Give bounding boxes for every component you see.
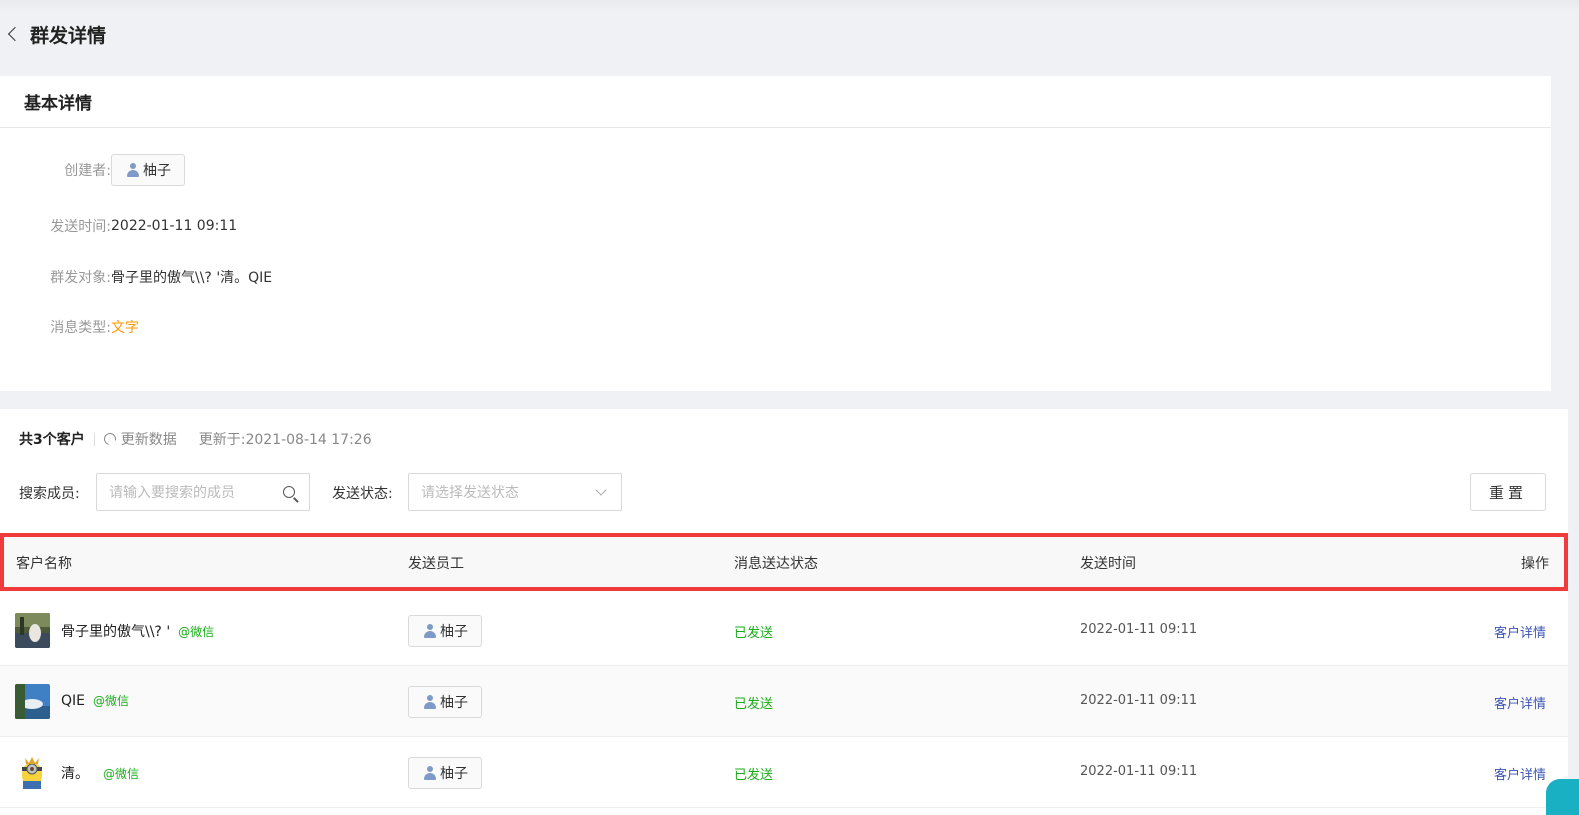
- targets-value: 骨子里的傲气\\? '清。QIE: [111, 270, 273, 286]
- customer-count: 共3个客户: [19, 432, 85, 448]
- refresh-button[interactable]: 更新数据: [101, 429, 177, 449]
- top-bar: 群发详情: [0, 0, 1579, 76]
- delivery-status: 已发送: [734, 768, 774, 783]
- send-time-label: 发送时间:: [50, 219, 111, 235]
- refresh-icon: [101, 430, 118, 448]
- reset-button[interactable]: 重置: [1470, 473, 1546, 511]
- staff-name: 柚子: [440, 624, 468, 640]
- table-header: 客户名称 发送员工 消息送达状态 发送时间 操作: [0, 533, 1568, 591]
- search-label: 搜索成员:: [19, 486, 80, 502]
- customer-detail-link[interactable]: 客户详情: [1494, 693, 1546, 712]
- staff-tag: 柚子: [408, 615, 482, 647]
- staff-name: 柚子: [440, 695, 468, 711]
- search-input[interactable]: 请输入要搜索的成员: [96, 473, 310, 511]
- send-time: 2022-01-11 09:11: [1080, 693, 1198, 708]
- page-title: 群发详情: [30, 24, 107, 47]
- basic-details-card: 基本详情 创建者: 柚子 发送时间: 2022-01-11 09:11 群发对象…: [0, 76, 1551, 391]
- creator-name: 柚子: [143, 163, 171, 179]
- msg-type-row: 消息类型: 文字: [0, 311, 139, 343]
- search-placeholder: 请输入要搜索的成员: [109, 485, 235, 501]
- send-time: 2022-01-11 09:11: [1080, 622, 1198, 637]
- chevron-left-icon: [7, 26, 23, 42]
- customer-name-text: 清。: [61, 766, 89, 782]
- targets-row: 群发对象: 骨子里的傲气\\? '清。QIE: [0, 261, 272, 293]
- customer-detail-link[interactable]: 客户详情: [1494, 764, 1546, 783]
- refresh-label: 更新数据: [120, 432, 177, 448]
- status-select[interactable]: 请选择发送状态: [408, 473, 622, 511]
- col-staff: 发送员工: [408, 556, 464, 572]
- creator-tag: 柚子: [111, 154, 185, 186]
- send-time-row: 发送时间: 2022-01-11 09:11: [0, 210, 237, 242]
- basic-details-header: 基本详情: [0, 76, 1551, 128]
- user-icon: [424, 766, 436, 780]
- user-icon: [424, 624, 436, 638]
- customer-detail-link[interactable]: 客户详情: [1494, 622, 1546, 641]
- delivery-status: 已发送: [734, 626, 774, 641]
- send-time: 2022-01-11 09:11: [1080, 764, 1198, 779]
- user-icon: [424, 695, 436, 709]
- customer-list-card: 共3个客户 更新数据 更新于:2021-08-14 17:26 搜索成员: 请输…: [0, 409, 1568, 815]
- targets-label: 群发对象:: [50, 270, 111, 286]
- send-time-value: 2022-01-11 09:11: [111, 218, 238, 234]
- creator-row: 创建者: 柚子: [0, 154, 185, 186]
- col-customer-name: 客户名称: [16, 556, 72, 572]
- avatar: [15, 684, 50, 719]
- wechat-source: @微信: [178, 624, 215, 639]
- table-row: 清。 @微信 柚子 已发送 2022-01-11 09:11 客户详情: [0, 737, 1568, 808]
- table-row: QIE @微信 柚子 已发送 2022-01-11 09:11 客户详情: [0, 666, 1568, 737]
- chevron-down-icon: [595, 484, 607, 496]
- section-title: 基本详情: [24, 94, 92, 114]
- msg-type-value: 文字: [111, 320, 139, 336]
- customer-name-text: 骨子里的傲气\\? ': [61, 624, 171, 640]
- summary-row: 共3个客户 更新数据 更新于:2021-08-14 17:26: [19, 429, 372, 449]
- user-icon: [127, 163, 139, 177]
- creator-label: 创建者:: [64, 163, 111, 179]
- col-actions: 操作: [1521, 556, 1549, 572]
- wechat-source: @微信: [103, 766, 140, 781]
- updated-time: 更新于:2021-08-14 17:26: [198, 432, 372, 448]
- avatar: [15, 755, 50, 790]
- status-label: 发送状态:: [332, 486, 393, 502]
- col-send-time: 发送时间: [1080, 556, 1136, 572]
- divider: [93, 432, 95, 446]
- staff-tag: 柚子: [408, 686, 482, 718]
- delivery-status: 已发送: [734, 697, 774, 712]
- customer-name: QIE @微信: [61, 692, 129, 709]
- table-row: 骨子里的傲气\\? ' @微信 柚子 已发送 2022-01-11 09:11 …: [0, 595, 1568, 666]
- avatar: [15, 613, 50, 648]
- staff-tag: 柚子: [408, 757, 482, 789]
- customer-name: 骨子里的傲气\\? ' @微信: [61, 621, 214, 641]
- wechat-source: @微信: [93, 694, 130, 708]
- customer-name-text: QIE: [61, 692, 85, 709]
- status-placeholder: 请选择发送状态: [421, 485, 519, 501]
- floating-help-button[interactable]: [1546, 779, 1579, 815]
- customer-name: 清。 @微信: [61, 763, 139, 783]
- msg-type-label: 消息类型:: [50, 320, 111, 336]
- back-button[interactable]: 群发详情: [4, 22, 107, 47]
- search-icon[interactable]: [283, 486, 295, 498]
- col-delivery-status: 消息送达状态: [734, 556, 818, 572]
- staff-name: 柚子: [440, 766, 468, 782]
